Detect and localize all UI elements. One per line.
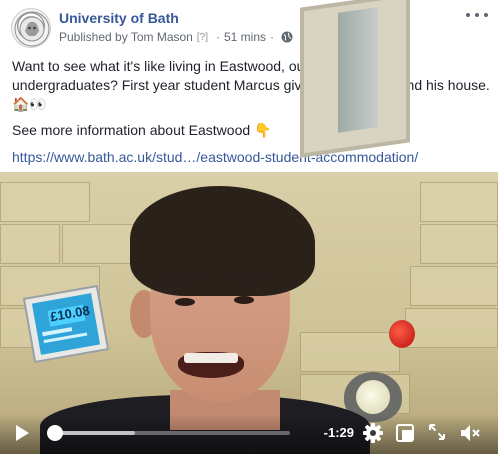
help-marker[interactable]: [?] xyxy=(197,32,208,43)
person-eye-right xyxy=(234,296,254,304)
seek-thumb[interactable] xyxy=(47,425,63,441)
person-eye-left xyxy=(175,298,195,306)
globe-icon[interactable] xyxy=(281,31,293,43)
wall-sign: £10.08 xyxy=(22,284,110,369)
post-link[interactable]: https://www.bath.ac.uk/stud…/eastwood-st… xyxy=(12,148,490,167)
gear-icon[interactable] xyxy=(363,423,383,443)
window-glass xyxy=(338,7,378,133)
buffer-bar xyxy=(55,431,135,435)
page-name-link[interactable]: University of Bath xyxy=(59,10,179,26)
volume-muted-icon[interactable] xyxy=(460,423,482,443)
time-remaining: -1:29 xyxy=(323,425,354,440)
wall-lamp-glass xyxy=(356,380,390,414)
meta-separator: · xyxy=(215,30,220,44)
post-text-paragraph-2: See more information about Eastwood 👇 xyxy=(12,122,272,138)
fire-alarm xyxy=(389,320,415,348)
post-meta: Published by Tom Mason [?] · 51 mins · xyxy=(59,30,293,44)
post-timestamp[interactable]: 51 mins xyxy=(224,30,266,44)
person-hair xyxy=(130,186,315,296)
post-header: University of Bath Published by Tom Maso… xyxy=(0,0,498,52)
page-avatar[interactable] xyxy=(11,8,51,48)
meta-separator-2: · xyxy=(270,30,275,44)
seek-bar[interactable] xyxy=(55,431,290,435)
more-options-icon[interactable] xyxy=(466,8,488,22)
post-body: Want to see what it's like living in Eas… xyxy=(12,57,490,167)
person-teeth xyxy=(184,353,238,363)
published-by[interactable]: Published by Tom Mason xyxy=(59,30,193,44)
picture-in-picture-icon[interactable] xyxy=(396,424,414,442)
post-text-paragraph-1: Want to see what it's like living in Eas… xyxy=(12,58,490,112)
fullscreen-icon[interactable] xyxy=(429,424,445,440)
play-icon[interactable] xyxy=(14,424,30,442)
